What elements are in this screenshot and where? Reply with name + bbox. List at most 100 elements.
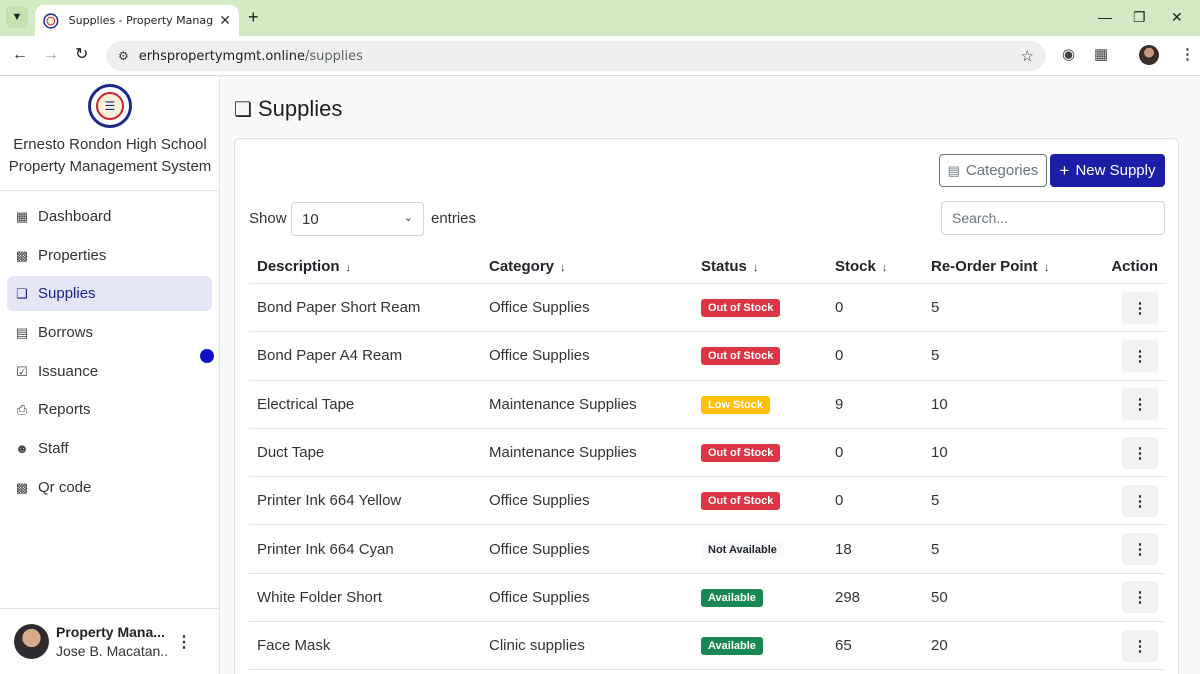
cell-stock: 298 [835, 588, 861, 606]
entries-per-page-select[interactable]: 10 ⌄ [291, 202, 424, 236]
search-input[interactable] [941, 201, 1165, 235]
row-actions-button[interactable]: ⋮ [1122, 388, 1158, 421]
row-actions-button[interactable]: ⋮ [1122, 339, 1158, 372]
cell-category: Maintenance Supplies [489, 444, 637, 462]
sidebar-item-issuance[interactable]: ☑ Issuance [7, 354, 212, 389]
cell-stock: 0 [835, 299, 844, 317]
cell-status: Available [693, 588, 827, 607]
row-actions-button[interactable]: ⋮ [1122, 533, 1158, 566]
categories-button-label: Categories [965, 162, 1039, 179]
cell-status: Available [693, 636, 827, 656]
entries-label: entries [431, 210, 477, 227]
cell-action: ⋮ [1089, 388, 1165, 421]
user-menu-icon[interactable]: ⋮ [176, 632, 192, 652]
cell-description: Bond Paper Short Ream [257, 299, 421, 317]
table-row: Bond Paper Short Ream Office Supplies Ou… [249, 284, 1165, 333]
sidebar-item-supplies[interactable]: ❏ Supplies [7, 276, 212, 311]
sidebar-item-properties[interactable]: ▩ Properties [7, 238, 212, 273]
kebab-menu-icon: ⋮ [1132, 444, 1148, 462]
school-name-line1: Ernesto Rondon High School [13, 136, 207, 153]
new-tab-button[interactable]: + [248, 8, 259, 26]
sidebar-item-dashboard[interactable]: ▦ Dashboard [7, 199, 212, 234]
supplies-table: Description ↓ Category ↓ Status ↓ Stock ↓ Re… [249, 249, 1165, 671]
kebab-menu-icon: ⋮ [1132, 396, 1148, 414]
supplies-card: ▤ Categories + New Supply Show 10 ⌄ entr… [234, 138, 1179, 674]
back-icon[interactable]: ← [12, 45, 28, 65]
url-path: /supplies [305, 48, 363, 64]
show-label: Show [249, 210, 287, 227]
row-actions-button[interactable]: ⋮ [1122, 436, 1158, 469]
browser-toolbar: ← → ↻ ⚙ erhspropertymgmt.online/supplies… [0, 36, 1200, 76]
table-row: Printer Ink 664 Cyan Office Supplies Not… [249, 525, 1165, 574]
column-header-label: Action [1111, 257, 1158, 275]
close-tab-icon[interactable]: ✕ [219, 12, 231, 29]
browser-menu-icon[interactable]: ⋮ [1180, 46, 1195, 64]
browser-tab[interactable]: Supplies - Property Management ✕ [35, 5, 239, 36]
reload-icon[interactable]: ↻ [75, 45, 88, 65]
categories-button[interactable]: ▤ Categories [939, 154, 1047, 187]
cell-action: ⋮ [1089, 436, 1165, 469]
cell-category: Office Supplies [489, 540, 590, 558]
site-info-icon[interactable]: ⚙ [118, 49, 129, 63]
status-badge: Available [701, 637, 763, 656]
url-host: erhspropertymgmt.online [138, 48, 306, 64]
status-badge: Available [701, 588, 763, 607]
extensions-icon[interactable]: ▦ [1094, 46, 1108, 64]
column-header-status[interactable]: Status ↓ [693, 258, 827, 275]
row-actions-button[interactable]: ⋮ [1122, 629, 1158, 662]
column-header-label: Category [489, 257, 555, 275]
cell-stock: 65 [835, 637, 852, 655]
minimize-button[interactable]: — [1098, 9, 1112, 25]
cell-category: Office Supplies [489, 347, 590, 365]
cell-category: Office Supplies [489, 492, 590, 510]
forward-icon[interactable]: → [43, 45, 59, 65]
chevron-down-icon: ▼ [11, 11, 23, 23]
sidebar-item-staff[interactable]: ☻ Staff [7, 431, 212, 466]
row-actions-button[interactable]: ⋮ [1122, 291, 1158, 324]
cell-reorder-point: 50 [931, 588, 948, 606]
cell-status: Not Available [693, 540, 827, 559]
bookmark-star-icon[interactable]: ☆ [1021, 47, 1034, 65]
user-avatar[interactable] [14, 624, 49, 659]
new-supply-button-label: New Supply [1075, 162, 1156, 179]
cell-stock: 0 [835, 444, 844, 462]
browser-profile-avatar[interactable] [1139, 45, 1159, 65]
cell-status: Low Stock [693, 395, 827, 414]
cell-reorder-point: 5 [931, 540, 940, 558]
camera-icon[interactable]: ◉ [1062, 46, 1075, 64]
tab-search-button[interactable]: ▼ [6, 6, 28, 28]
column-header-description[interactable]: Description ↓ [249, 258, 481, 275]
sidebar-item-label: Reports [38, 401, 91, 418]
sidebar-item-reports[interactable]: ⎙ Reports [7, 392, 212, 427]
sidebar-item-qr-code[interactable]: ▩ Qr code [7, 470, 212, 505]
sidebar-item-label: Dashboard [38, 208, 112, 225]
school-name: Ernesto Rondon High School Property Mana… [0, 134, 220, 178]
row-actions-button[interactable]: ⋮ [1122, 581, 1158, 614]
column-header-label: Description [257, 257, 340, 275]
column-header-label: Stock [835, 257, 876, 275]
sidebar-item-label: Staff [38, 440, 69, 457]
plus-icon: + [1059, 160, 1070, 180]
new-supply-button[interactable]: + New Supply [1050, 154, 1165, 187]
sort-arrow-icon: ↓ [345, 261, 352, 274]
column-header-reorder-point[interactable]: Re-Order Point ↓ [923, 258, 1089, 275]
box-icon: ❏ [16, 285, 28, 301]
kebab-menu-icon: ⋮ [1132, 637, 1148, 655]
cell-category: Office Supplies [489, 299, 590, 317]
entries-value: 10 [302, 210, 319, 228]
column-header-stock[interactable]: Stock ↓ [827, 258, 923, 275]
kebab-menu-icon: ⋮ [1132, 492, 1148, 510]
document-check-icon: ☑ [16, 363, 28, 379]
sort-arrow-icon: ↓ [560, 261, 566, 274]
table-row: Printer Ink 664 Yellow Office Supplies O… [249, 477, 1165, 526]
sidebar-item-borrows[interactable]: ▤ Borrows [7, 315, 212, 350]
row-actions-button[interactable]: ⋮ [1122, 484, 1158, 517]
table-row: White Folder Short Office Supplies Avail… [249, 574, 1165, 623]
cell-action: ⋮ [1089, 581, 1165, 614]
column-header-category[interactable]: Category ↓ [481, 258, 693, 275]
close-window-button[interactable]: ✕ [1171, 9, 1183, 25]
cell-category: Maintenance Supplies [489, 395, 637, 413]
restore-button[interactable]: ❐ [1133, 9, 1146, 25]
cell-reorder-point: 5 [931, 347, 940, 365]
address-bar[interactable]: ⚙ erhspropertymgmt.online/supplies ☆ [106, 41, 1046, 71]
